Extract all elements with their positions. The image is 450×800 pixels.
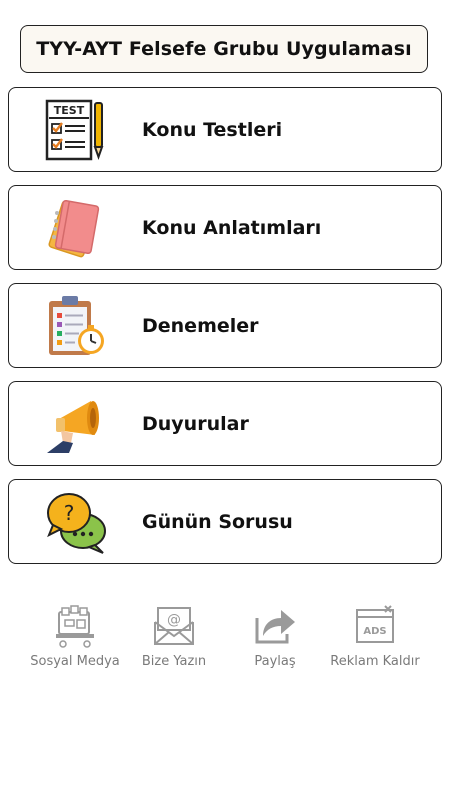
menu-item-label: Konu Anlatımları [142, 216, 322, 239]
menu-item-label: Konu Testleri [142, 118, 283, 141]
menu-item-konu-anlatimlari[interactable]: Konu Anlatımları [8, 185, 442, 270]
menu-item-gunun-sorusu[interactable]: ? Günün Sorusu [8, 479, 442, 564]
share-icon [255, 610, 295, 644]
menu-item-konu-testleri[interactable]: TEST Konu Testleri [8, 87, 442, 172]
menu-item-label: Duyurular [142, 412, 249, 435]
social-media-icon [56, 605, 94, 648]
write-to-us-button[interactable]: @ Bize Yazın [119, 600, 229, 680]
remove-ads-button[interactable]: ADS Reklam Kaldır [320, 600, 430, 680]
app-title: TYY-AYT Felsefe Grubu Uygulaması [20, 25, 428, 73]
app-title-text: TYY-AYT Felsefe Grubu Uygulaması [36, 38, 412, 60]
bottom-action-bar: Sosyal Medya @ Bize Yazın Paylaş ADS Rek… [0, 600, 450, 680]
test-checklist-icon: TEST [41, 97, 111, 163]
social-media-button[interactable]: Sosyal Medya [20, 600, 130, 680]
question-mark-text: ? [64, 501, 75, 525]
menu-item-duyurular[interactable]: Duyurular [8, 381, 442, 466]
test-text: TEST [54, 104, 85, 117]
share-button[interactable]: Paylaş [220, 600, 330, 680]
clipboard-clock-icon [41, 293, 111, 359]
menu-item-denemeler[interactable]: Denemeler [8, 283, 442, 368]
bottom-item-label: Bize Yazın [141, 654, 207, 669]
menu-item-label: Günün Sorusu [142, 510, 293, 533]
menu-item-label: Denemeler [142, 314, 259, 337]
remove-ads-icon: ADS [356, 605, 394, 643]
bottom-item-label: Paylaş [254, 654, 296, 669]
bottom-item-label: Sosyal Medya [30, 654, 120, 669]
ads-text: ADS [363, 626, 386, 637]
speech-question-icon: ? [41, 489, 111, 555]
bottom-item-label: Reklam Kaldır [330, 654, 420, 669]
email-icon: @ [154, 607, 194, 645]
svg-text:@: @ [167, 612, 181, 628]
notebooks-icon [41, 195, 111, 261]
megaphone-icon [41, 391, 111, 457]
